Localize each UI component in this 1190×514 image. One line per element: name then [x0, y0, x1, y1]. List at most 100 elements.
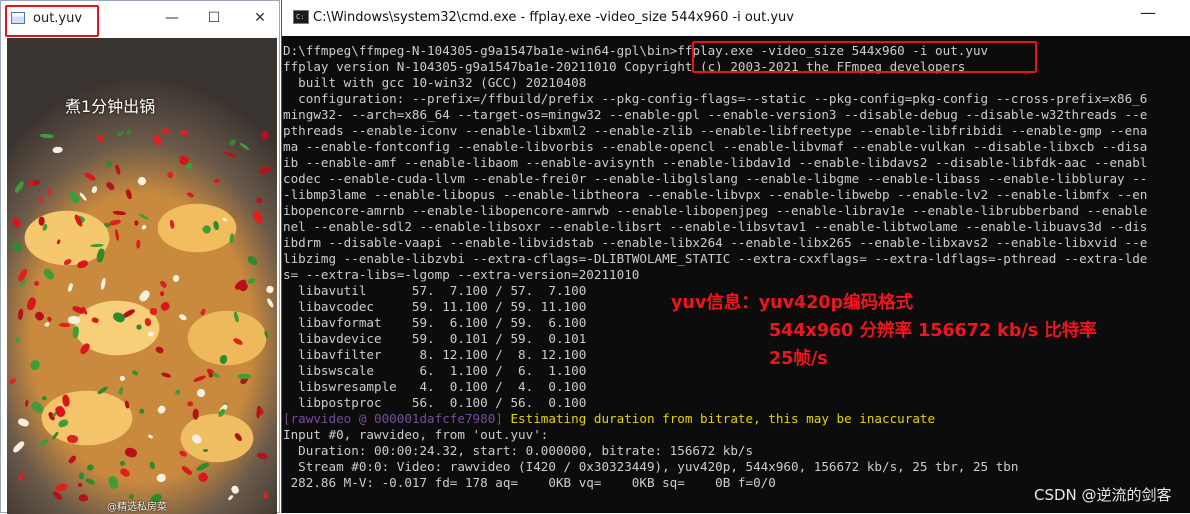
garnish-piece	[262, 491, 269, 500]
garnish-piece	[66, 434, 79, 445]
garnish-piece	[197, 389, 205, 398]
garnish-piece	[42, 223, 49, 231]
garnish-piece	[140, 223, 148, 231]
garnish-piece	[155, 346, 165, 355]
garnish-piece	[100, 277, 107, 291]
garnish-piece	[41, 395, 48, 401]
garnish-piece	[152, 133, 164, 147]
console-line: built with gcc 10-win32 (GCC) 20210408	[283, 75, 587, 90]
garnish-piece	[25, 296, 38, 312]
garnish-piece	[202, 449, 208, 453]
garnish-piece	[125, 188, 133, 200]
garnish-piece	[137, 212, 149, 221]
video-frame: 煮1分钟出锅 @精选私房菜	[7, 38, 277, 514]
garnish-piece	[232, 336, 244, 346]
garnish-piece	[262, 330, 270, 340]
garnish-piece	[238, 374, 252, 380]
close-icon[interactable]: ✕	[249, 7, 271, 29]
garnish-piece	[197, 471, 210, 483]
console-line: codec --enable-cuda-llvm --enable-frei0r…	[283, 171, 1148, 186]
garnish-piece	[228, 138, 238, 147]
garnish-piece	[9, 215, 22, 229]
garnish-piece	[180, 464, 193, 476]
garnish-piece	[126, 128, 132, 136]
cmd-window: C: C:\Windows\system32\cmd.exe - ffplay.…	[281, 0, 1190, 513]
garnish-piece	[221, 217, 228, 223]
minimize-icon[interactable]: —	[161, 7, 183, 29]
garnish-piece	[114, 164, 121, 176]
garnish-piece	[76, 259, 90, 270]
console-line: s= --extra-libs=-lgomp --extra-version=2…	[283, 267, 640, 282]
garnish-piece	[114, 228, 120, 241]
garnish-piece	[119, 461, 125, 467]
console-line: configuration: --prefix=/ffbuild/prefix …	[283, 91, 1148, 106]
garnish-piece	[116, 130, 125, 138]
garnish-piece	[227, 494, 234, 501]
garnish-piece	[229, 233, 235, 244]
garnish-piece	[174, 388, 182, 397]
garnish-piece	[180, 129, 190, 137]
console-line: ib --enable-amf --enable-libaom --enable…	[283, 155, 1148, 170]
console-line: -libmp3lame --enable-libopus --enable-li…	[283, 187, 1148, 202]
garnish-piece	[134, 220, 139, 226]
garnish-piece	[233, 432, 243, 442]
garnish-piece	[16, 308, 24, 321]
garnish-piece	[136, 324, 143, 330]
garnish-piece	[78, 341, 92, 356]
garnish-piece	[230, 485, 240, 495]
garnish-piece	[192, 375, 207, 384]
garnish-piece	[131, 369, 139, 377]
garnish-piece	[258, 165, 272, 175]
command-highlight-box	[692, 41, 1037, 73]
garnish-piece	[108, 218, 122, 227]
garnish-piece	[178, 312, 188, 322]
garnish-piece	[32, 279, 40, 287]
video-caption: 煮1分钟出锅	[65, 97, 156, 116]
garnish-piece	[208, 372, 213, 379]
garnish-piece	[166, 171, 174, 179]
annotation-line-1: yuv信息：yuv420p编码格式	[671, 293, 914, 313]
garnish-piece	[172, 273, 181, 283]
csdn-watermark: CSDN @逆流的剑客	[1034, 486, 1172, 504]
maximize-icon[interactable]: ☐	[203, 7, 225, 29]
console-warning-line: [rawvideo @ 000001dafcfe7980] Estimating…	[283, 411, 935, 427]
console-line: mingw32- --arch=x86_64 --target-os=mingw…	[283, 107, 1148, 122]
annotation-line-3: 25帧/s	[769, 349, 828, 369]
garnish-piece	[51, 431, 60, 441]
console-line: libavdevice 59. 0.101 / 59. 0.101	[283, 331, 587, 346]
garnish-piece	[37, 197, 44, 203]
garnish-piece	[178, 449, 188, 459]
garnish-piece	[199, 307, 207, 317]
garnish-piece	[17, 417, 30, 428]
console-line: Duration: 00:00:24.32, start: 0.000000, …	[283, 443, 754, 458]
garnish-piece	[195, 461, 211, 473]
garnish-piece	[29, 399, 46, 415]
warning-text: Estimating duration from bitrate, this m…	[502, 411, 936, 426]
garnish-piece	[15, 470, 27, 482]
garnish-piece	[96, 248, 106, 263]
garnish-piece	[112, 210, 127, 215]
console-output[interactable]: D:\ffmpeg\ffmpeg-N-104305-g9a1547ba1e-wi…	[283, 43, 1189, 511]
garnish-piece	[17, 267, 29, 283]
garnish-piece	[56, 417, 70, 429]
garnish-piece	[97, 385, 110, 396]
garnish-piece	[67, 282, 74, 293]
garnish-piece	[265, 297, 275, 310]
minimize-icon[interactable]: —	[1140, 3, 1156, 22]
garnish-piece	[155, 472, 167, 484]
garnish-piece	[59, 322, 71, 328]
garnish-piece	[33, 309, 46, 322]
console-line: ma --enable-fontconfig --enable-libvorbi…	[283, 139, 1148, 154]
garnish-piece	[160, 291, 165, 297]
garnish-piece	[186, 191, 195, 199]
garnish-piece	[138, 407, 146, 415]
garnish-piece	[67, 454, 77, 465]
garnish-piece	[159, 279, 169, 289]
console-line: libavformat 59. 6.100 / 59. 6.100	[283, 315, 587, 330]
garnish-piece	[61, 394, 71, 408]
garnish-piece	[178, 154, 190, 165]
console-line: Input #0, rawvideo, from 'out.yuv':	[283, 427, 549, 442]
garnish-piece	[107, 474, 120, 490]
console-line: ibdrm --disable-vaapi --enable-libvidsta…	[283, 235, 1148, 250]
cmd-title-bar[interactable]: C: C:\Windows\system32\cmd.exe - ffplay.…	[282, 0, 1190, 36]
